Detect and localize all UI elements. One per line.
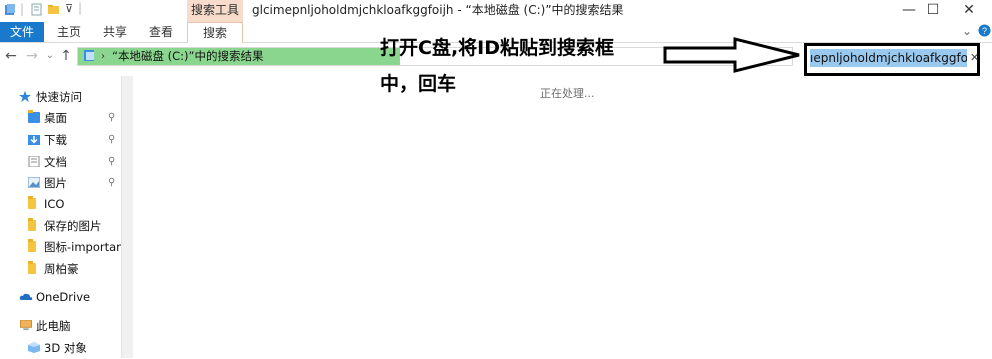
sidebar-item-label: 此电脑: [36, 319, 71, 333]
sidebar-item-quick-access[interactable]: 快速访问: [0, 86, 121, 108]
forward-button[interactable]: →: [24, 47, 40, 65]
toolbar-divider: |: [78, 1, 83, 15]
sidebar-item-icons-important[interactable]: 图标-important: [0, 236, 121, 258]
back-button[interactable]: ←: [3, 47, 19, 65]
instruction-line-1: 打开C盘,将ID粘贴到搜索框: [380, 37, 615, 59]
computer-icon: [20, 320, 32, 331]
search-tools-context-label: 搜索工具: [187, 0, 243, 22]
annotation-arrow-icon: [663, 37, 800, 73]
tab-view[interactable]: 查看: [142, 22, 180, 42]
sidebar-item-desktop[interactable]: 桌面 ⚲: [0, 107, 121, 129]
ribbon-collapse-icon[interactable]: ⌄: [962, 24, 972, 38]
tab-share[interactable]: 共享: [96, 22, 134, 42]
new-folder-icon[interactable]: [47, 3, 60, 16]
search-clear-icon[interactable]: ✕: [970, 49, 979, 67]
sidebar-item-label: 保存的图片: [44, 219, 102, 233]
folder-icon: [28, 239, 36, 252]
desktop-folder-icon: [28, 110, 40, 123]
toolbar-divider: |: [20, 2, 25, 16]
folder-icon: [28, 218, 36, 231]
star-icon: [19, 91, 31, 102]
search-results-icon: [84, 50, 94, 61]
pin-icon: ⚲: [108, 134, 116, 145]
sidebar-item-label: 文档: [44, 155, 67, 169]
sidebar-item-label: 下载: [44, 133, 67, 147]
tab-file[interactable]: 文件: [0, 22, 44, 42]
sidebar-item-label: 桌面: [44, 111, 67, 125]
sidebar-item-label: 3D 对象: [44, 341, 87, 355]
sidebar-item-label: 快速访问: [36, 90, 82, 104]
folder-icon: [28, 196, 36, 209]
close-button[interactable]: ✕: [946, 0, 992, 22]
sidebar-item-zhou-baihao[interactable]: 周柏豪: [0, 258, 121, 280]
3d-objects-icon: [28, 342, 40, 353]
sidebar-item-documents[interactable]: 文档 ⚲: [0, 151, 121, 173]
sidebar-item-downloads[interactable]: 下载 ⚲: [0, 129, 121, 151]
up-button[interactable]: ↑: [58, 47, 74, 65]
help-icon[interactable]: ?: [978, 24, 991, 37]
sidebar-item-label: 图片: [44, 176, 67, 190]
download-folder-icon: [28, 135, 40, 145]
customize-toolbar-icon[interactable]: ⊽: [65, 2, 73, 15]
properties-icon[interactable]: [30, 3, 43, 16]
documents-folder-icon: [28, 156, 40, 167]
sidebar-item-pictures[interactable]: 图片 ⚲: [0, 172, 121, 194]
tab-home[interactable]: 主页: [50, 22, 88, 42]
sidebar-item-this-pc[interactable]: 此电脑: [0, 315, 121, 337]
folder-quick-icon[interactable]: [4, 3, 17, 16]
instruction-annotation: 打开C盘,将ID粘贴到搜索框 中，回车: [380, 30, 614, 102]
folder-icon: [28, 261, 36, 274]
instruction-line-2: 中，回车: [380, 73, 457, 95]
address-path[interactable]: “本地磁盘 (C:)”中的搜索结果: [112, 48, 263, 65]
pin-icon: ⚲: [108, 112, 116, 123]
window-title: glcimepnljoholdmjchkloafkggfoijh - “本地磁盘…: [252, 3, 624, 17]
pictures-folder-icon: [28, 177, 40, 188]
pin-icon: ⚲: [108, 156, 116, 167]
navigation-pane-scrollbar[interactable]: [121, 76, 133, 358]
sidebar-item-label: 图标-important: [44, 240, 121, 254]
sidebar-item-saved-pictures[interactable]: 保存的图片: [0, 215, 121, 237]
sidebar-item-3d-objects[interactable]: 3D 对象: [0, 337, 121, 359]
cloud-icon: [19, 293, 33, 300]
sidebar-item-ico[interactable]: ICO: [0, 193, 121, 215]
recent-locations-button[interactable]: ⌄: [42, 47, 58, 65]
sidebar-item-label: 周柏豪: [44, 262, 79, 276]
search-input[interactable]: ıepnljoholdmjchkloafkggfoijh: [810, 49, 967, 67]
sidebar-item-label: ICO: [44, 197, 65, 211]
help-glyph: ?: [982, 26, 987, 36]
breadcrumb-chevron-icon[interactable]: ›: [101, 48, 105, 65]
tab-search[interactable]: 搜索: [187, 22, 243, 43]
pin-icon: ⚲: [108, 177, 116, 188]
sidebar-item-label: OneDrive: [36, 290, 91, 304]
sidebar-item-onedrive[interactable]: OneDrive: [0, 286, 121, 308]
